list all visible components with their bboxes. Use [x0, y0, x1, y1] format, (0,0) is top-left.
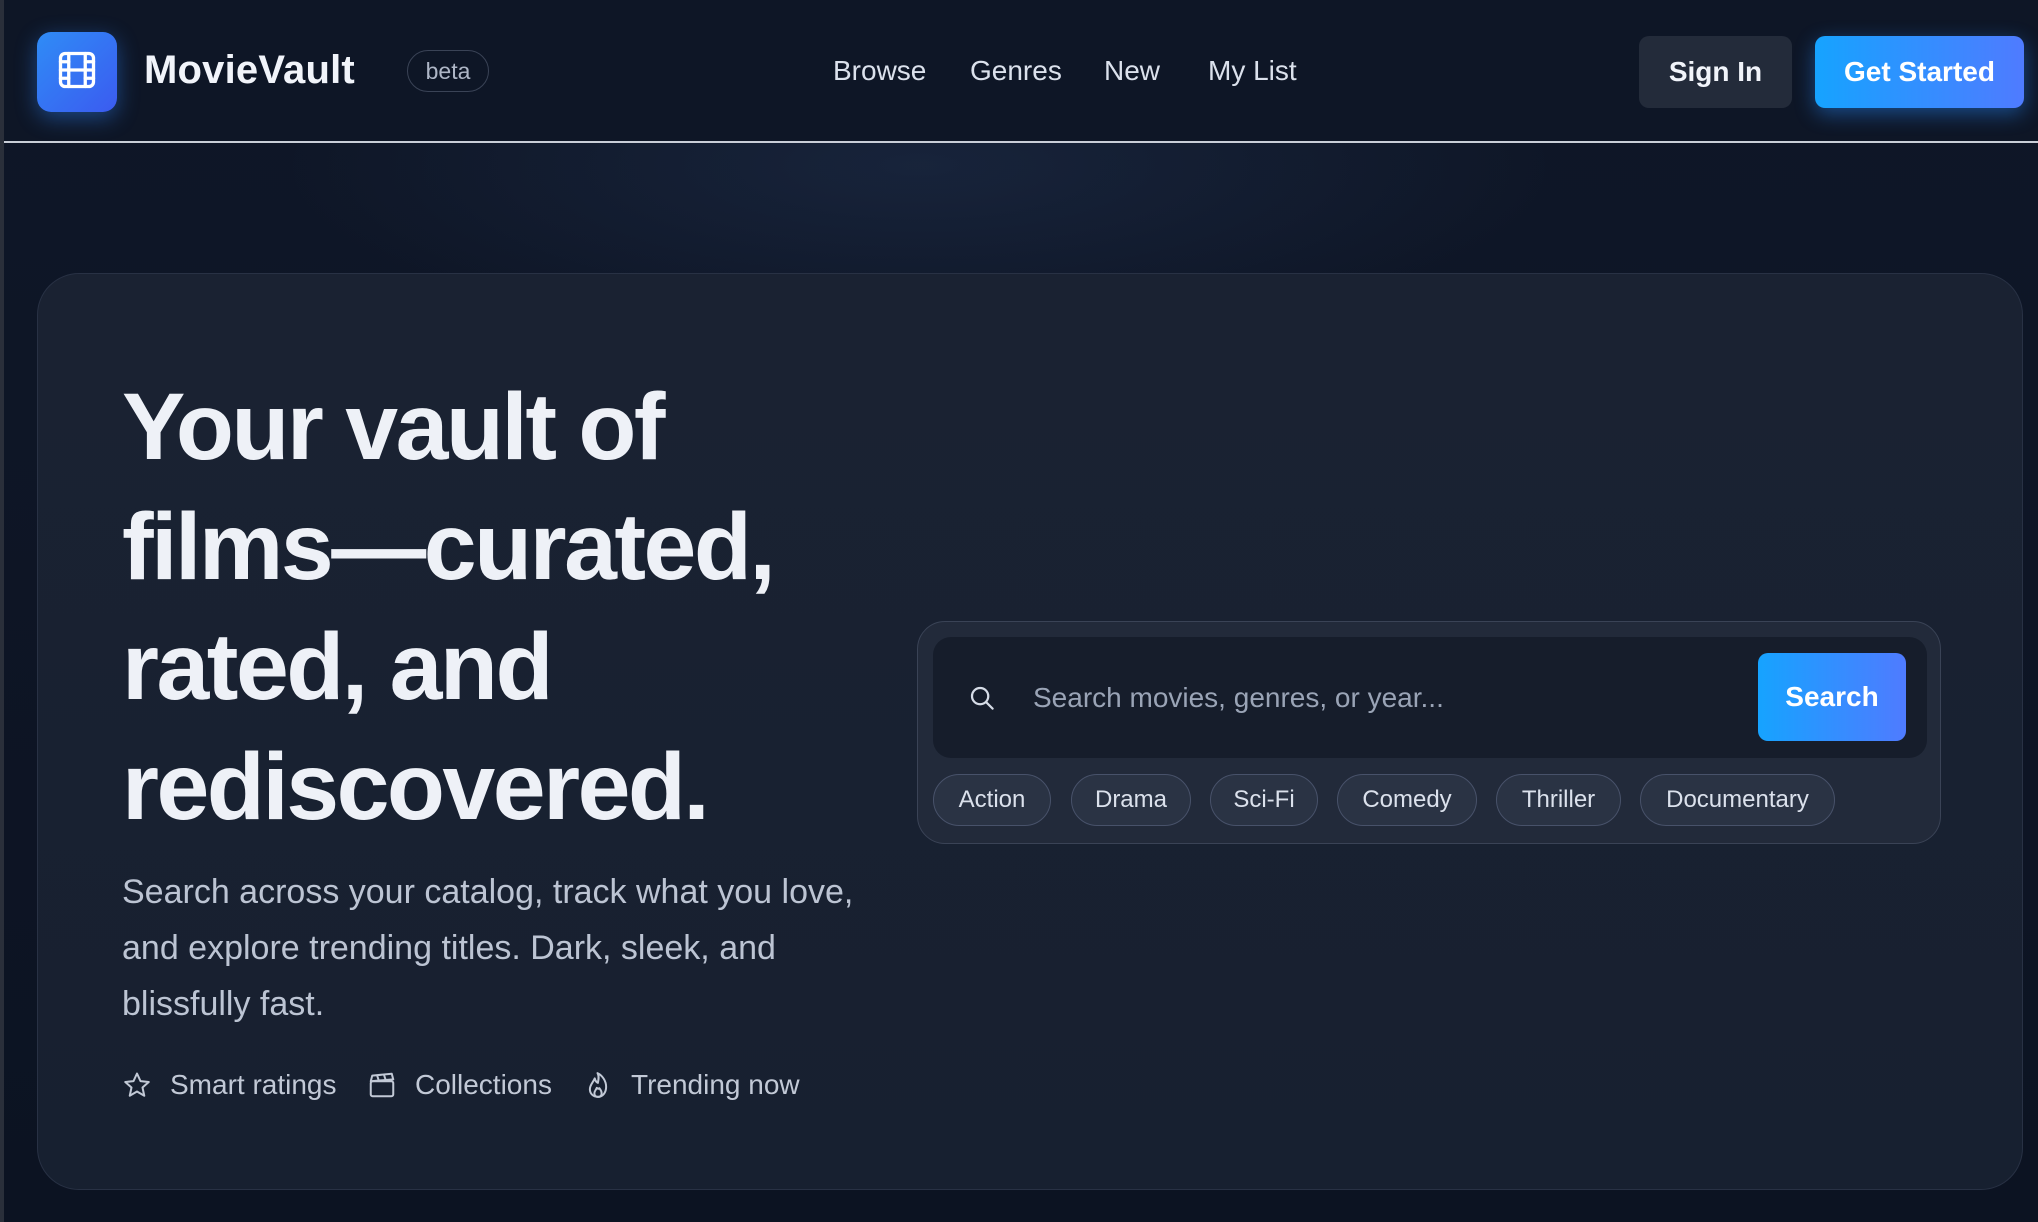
nav-link-browse[interactable]: Browse — [833, 55, 926, 87]
feature-smart-ratings: Smart ratings — [122, 1069, 337, 1101]
logo[interactable] — [37, 32, 117, 112]
nav-link-genres[interactable]: Genres — [970, 55, 1062, 87]
hero-subtext: Search across your catalog, track what y… — [122, 873, 854, 1023]
genre-chip-documentary[interactable]: Documentary — [1640, 774, 1835, 826]
top-navbar: MovieVault beta Browse Genres New My Lis… — [4, 0, 2038, 143]
genre-chip-drama[interactable]: Drama — [1071, 774, 1191, 826]
nav-link-new[interactable]: New — [1104, 55, 1160, 87]
genre-chip-comedy[interactable]: Comedy — [1337, 774, 1477, 826]
feature-collections: Collections — [367, 1069, 552, 1101]
flame-icon — [588, 1072, 608, 1098]
feature-label: Collections — [415, 1069, 552, 1100]
clapperboard-icon — [369, 1072, 395, 1098]
sign-in-button[interactable]: Sign In — [1639, 36, 1792, 108]
genre-chip-sci-fi[interactable]: Sci-Fi — [1210, 774, 1318, 826]
hero-card: Your vault of films—curated, rated, and … — [37, 273, 2023, 1190]
star-icon — [124, 1072, 150, 1097]
feature-trending: Trending now — [583, 1069, 800, 1101]
hero-headline: Your vault of films—curated, rated, and … — [122, 374, 776, 840]
genre-chip-thriller[interactable]: Thriller — [1496, 774, 1621, 826]
search-icon — [967, 683, 997, 718]
brand-name[interactable]: MovieVault — [144, 48, 355, 93]
nav-link-my-list[interactable]: My List — [1208, 55, 1297, 87]
search-input[interactable] — [1033, 667, 1733, 729]
search-button[interactable]: Search — [1758, 653, 1906, 741]
feature-label: Smart ratings — [170, 1069, 337, 1100]
search-bar: Search — [933, 637, 1927, 758]
genre-chip-action[interactable]: Action — [933, 774, 1051, 826]
beta-badge: beta — [407, 50, 489, 92]
get-started-button[interactable]: Get Started — [1815, 36, 2024, 108]
feature-label: Trending now — [631, 1069, 800, 1100]
film-icon — [55, 48, 99, 97]
search-panel: Search Action Drama Sci-Fi Comedy Thrill… — [917, 621, 1941, 844]
